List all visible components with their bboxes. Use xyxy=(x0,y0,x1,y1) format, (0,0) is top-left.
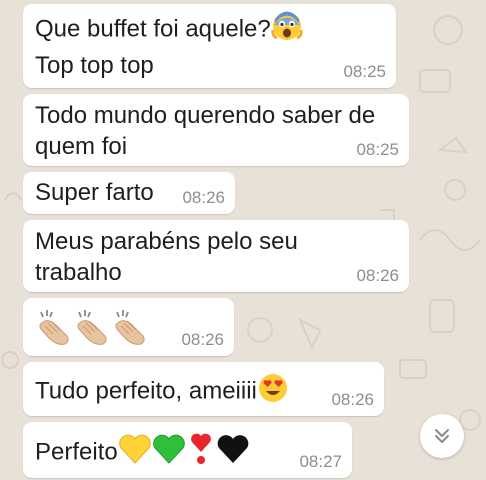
green-heart-emoji xyxy=(152,433,186,473)
message-text: Meus parabéns pelo seu xyxy=(35,228,298,255)
message-text: Tudo perfeito, ameiiii xyxy=(35,368,372,412)
message-bubble[interactable]: Que buffet foi aquele? Top top top 08:25 xyxy=(23,4,396,88)
message-bubble[interactable]: Meus parabéns pelo seu trabalho 08:26 xyxy=(23,220,409,292)
message-text: quem foi xyxy=(35,133,128,160)
message-bubble[interactable]: Perfeito 08:27 xyxy=(23,422,352,478)
scared-face-emoji xyxy=(271,10,303,50)
message-text: Que buffet foi aquele? xyxy=(35,10,384,50)
message-text: Perfeito xyxy=(35,428,340,474)
scroll-to-bottom-button[interactable] xyxy=(420,414,464,458)
red-exclamation-heart-emoji xyxy=(186,432,216,474)
message-text: Top top top xyxy=(35,52,154,79)
yellow-heart-emoji xyxy=(118,433,152,473)
message-bubble[interactable]: 08:26 xyxy=(23,298,234,356)
clapping-hands-emoji xyxy=(111,308,149,354)
message-timestamp: 08:26 xyxy=(331,390,374,409)
message-timestamp: 08:26 xyxy=(356,266,399,285)
message-timestamp: 08:25 xyxy=(356,140,399,159)
black-heart-emoji xyxy=(216,433,250,473)
double-chevron-down-icon xyxy=(435,429,449,443)
message-bubble[interactable]: Todo mundo querendo saber de quem foi 08… xyxy=(23,94,409,166)
message-timestamp: 08:27 xyxy=(299,452,342,471)
message-timestamp: 08:26 xyxy=(181,330,224,349)
clapping-hands-emoji xyxy=(35,308,73,354)
message-timestamp: 08:26 xyxy=(182,188,225,207)
message-text: Todo mundo querendo saber de xyxy=(35,102,376,129)
message-text: trabalho xyxy=(35,259,122,286)
heart-eyes-face-emoji xyxy=(257,372,289,412)
message-bubble[interactable]: Super farto 08:26 xyxy=(23,172,235,214)
message-bubble[interactable]: Tudo perfeito, ameiiii 08:26 xyxy=(23,362,384,416)
clapping-hands-emoji xyxy=(73,308,111,354)
message-timestamp: 08:25 xyxy=(343,62,386,81)
